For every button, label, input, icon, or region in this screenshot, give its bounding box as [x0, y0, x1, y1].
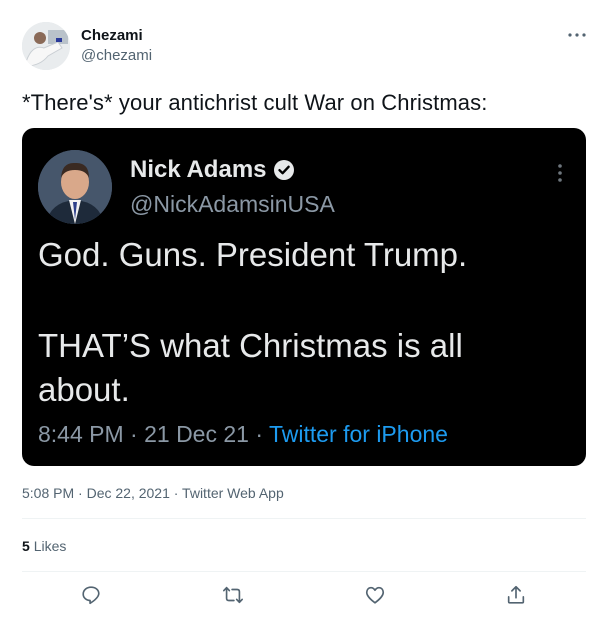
embedded-display-name: Nick Adams [130, 156, 267, 183]
likes-number: 5 [22, 538, 30, 554]
like-icon [365, 586, 385, 604]
divider-top [22, 518, 586, 519]
retweet-icon [223, 586, 243, 604]
embedded-source: Twitter for iPhone [268, 421, 448, 447]
reply-button[interactable] [80, 584, 104, 608]
embedded-meta: 8:44 PM · 21 Dec 21 · Twitter for iPhone [38, 421, 448, 448]
embedded-more-icon [550, 161, 570, 185]
embedded-tweet-image[interactable]: Nick Adams @NickAdamsinUSA God. Guns. Pr… [22, 128, 586, 466]
tweet-text: *There's* your antichrist cult War on Ch… [22, 90, 488, 115]
share-icon [507, 585, 525, 604]
retweet-button[interactable] [222, 584, 246, 608]
tweet: Chezami @chezami *There's* your antichri… [0, 0, 597, 627]
avatar-image [22, 22, 70, 70]
embedded-text-line2: THAT’S what Christmas is all about. [38, 327, 463, 408]
likes-label: Likes [33, 538, 67, 554]
embedded-time: 8:44 PM · 21 Dec 21 · [38, 421, 269, 447]
share-button[interactable] [505, 584, 529, 608]
author-handle[interactable]: @chezami [81, 47, 152, 64]
embedded-text-line1: God. Guns. President Trump. [38, 236, 468, 273]
embedded-author-name: Nick Adams [130, 156, 295, 184]
more-icon [568, 33, 586, 37]
more-options-button[interactable] [562, 25, 592, 45]
tweet-timestamp[interactable]: 5:08 PM · Dec 22, 2021 · Twitter Web App [22, 485, 284, 501]
reply-icon [82, 586, 100, 605]
likes-count[interactable]: 5 Likes [22, 538, 66, 554]
embedded-author-handle: @NickAdamsinUSA [130, 191, 335, 217]
divider-bottom [22, 571, 586, 572]
like-button[interactable] [364, 584, 388, 608]
author-display-name[interactable]: Chezami [81, 27, 143, 44]
author-avatar[interactable] [22, 22, 70, 70]
embedded-avatar-image [38, 150, 112, 224]
embedded-author-avatar [38, 150, 112, 224]
verified-badge-icon [273, 159, 295, 181]
